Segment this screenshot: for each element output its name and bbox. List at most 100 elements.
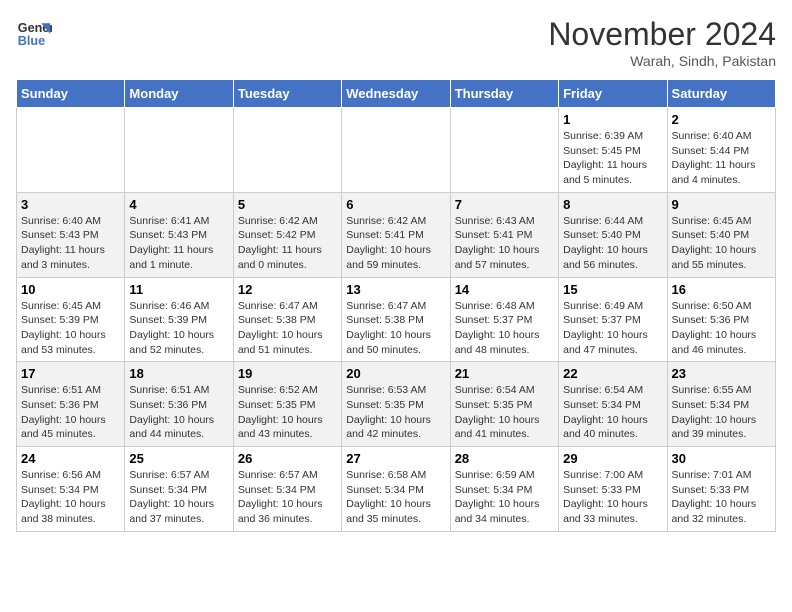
day-number: 1 xyxy=(563,112,662,127)
calendar-week-row: 24Sunrise: 6:56 AM Sunset: 5:34 PM Dayli… xyxy=(17,447,776,532)
weekday-header: Monday xyxy=(125,80,233,108)
page-header: General Blue November 2024 Warah, Sindh,… xyxy=(16,16,776,69)
day-info: Sunrise: 6:42 AM Sunset: 5:42 PM Dayligh… xyxy=(238,214,337,273)
day-number: 27 xyxy=(346,451,445,466)
day-number: 14 xyxy=(455,282,554,297)
calendar-cell: 7 Sunrise: 6:43 AM Sunset: 5:41 PM Daylig… xyxy=(450,192,558,277)
day-info: Sunrise: 6:48 AM Sunset: 5:37 PM Dayligh… xyxy=(455,299,554,358)
month-title: November 2024 xyxy=(548,16,776,53)
day-number: 13 xyxy=(346,282,445,297)
calendar-cell: 2 Sunrise: 6:40 AM Sunset: 5:44 PM Daylig… xyxy=(667,108,775,193)
day-info: Sunrise: 6:47 AM Sunset: 5:38 PM Dayligh… xyxy=(238,299,337,358)
logo-icon: General Blue xyxy=(16,16,52,52)
day-info: Sunrise: 6:49 AM Sunset: 5:37 PM Dayligh… xyxy=(563,299,662,358)
day-number: 30 xyxy=(672,451,771,466)
day-info: Sunrise: 6:41 AM Sunset: 5:43 PM Dayligh… xyxy=(129,214,228,273)
day-number: 15 xyxy=(563,282,662,297)
day-number: 4 xyxy=(129,197,228,212)
day-number: 5 xyxy=(238,197,337,212)
title-section: November 2024 Warah, Sindh, Pakistan xyxy=(548,16,776,69)
calendar-cell: 14 Sunrise: 6:48 AM Sunset: 5:37 PM Dayli… xyxy=(450,277,558,362)
calendar-cell xyxy=(125,108,233,193)
day-info: Sunrise: 6:40 AM Sunset: 5:44 PM Dayligh… xyxy=(672,129,771,188)
day-info: Sunrise: 6:45 AM Sunset: 5:39 PM Dayligh… xyxy=(21,299,120,358)
calendar-week-row: 17Sunrise: 6:51 AM Sunset: 5:36 PM Dayli… xyxy=(17,362,776,447)
day-info: Sunrise: 6:42 AM Sunset: 5:41 PM Dayligh… xyxy=(346,214,445,273)
day-number: 7 xyxy=(455,197,554,212)
weekday-header-row: SundayMondayTuesdayWednesdayThursdayFrid… xyxy=(17,80,776,108)
day-number: 19 xyxy=(238,366,337,381)
calendar-cell xyxy=(233,108,341,193)
calendar-cell: 27 Sunrise: 6:58 AM Sunset: 5:34 PM Dayli… xyxy=(342,447,450,532)
day-info: Sunrise: 6:50 AM Sunset: 5:36 PM Dayligh… xyxy=(672,299,771,358)
weekday-header: Sunday xyxy=(17,80,125,108)
day-number: 2 xyxy=(672,112,771,127)
day-info: Sunrise: 6:58 AM Sunset: 5:34 PM Dayligh… xyxy=(346,468,445,527)
logo: General Blue xyxy=(16,16,52,52)
day-info: Sunrise: 6:52 AM Sunset: 5:35 PM Dayligh… xyxy=(238,383,337,442)
day-number: 24 xyxy=(21,451,120,466)
calendar-week-row: 3 Sunrise: 6:40 AM Sunset: 5:43 PM Daylig… xyxy=(17,192,776,277)
day-info: Sunrise: 7:00 AM Sunset: 5:33 PM Dayligh… xyxy=(563,468,662,527)
day-info: Sunrise: 6:43 AM Sunset: 5:41 PM Dayligh… xyxy=(455,214,554,273)
calendar-cell: 13 Sunrise: 6:47 AM Sunset: 5:38 PM Dayli… xyxy=(342,277,450,362)
calendar-cell: 8Sunrise: 6:44 AM Sunset: 5:40 PM Daylig… xyxy=(559,192,667,277)
calendar-cell: 6 Sunrise: 6:42 AM Sunset: 5:41 PM Daylig… xyxy=(342,192,450,277)
day-number: 6 xyxy=(346,197,445,212)
day-info: Sunrise: 6:40 AM Sunset: 5:43 PM Dayligh… xyxy=(21,214,120,273)
calendar-cell: 10 Sunrise: 6:45 AM Sunset: 5:39 PM Dayli… xyxy=(17,277,125,362)
day-number: 29 xyxy=(563,451,662,466)
day-info: Sunrise: 7:01 AM Sunset: 5:33 PM Dayligh… xyxy=(672,468,771,527)
day-info: Sunrise: 6:54 AM Sunset: 5:35 PM Dayligh… xyxy=(455,383,554,442)
calendar-week-row: 1 Sunrise: 6:39 AM Sunset: 5:45 PM Daylig… xyxy=(17,108,776,193)
calendar-cell: 21 Sunrise: 6:54 AM Sunset: 5:35 PM Dayli… xyxy=(450,362,558,447)
calendar-cell: 17Sunrise: 6:51 AM Sunset: 5:36 PM Dayli… xyxy=(17,362,125,447)
calendar-cell: 19 Sunrise: 6:52 AM Sunset: 5:35 PM Dayli… xyxy=(233,362,341,447)
calendar-cell: 23Sunrise: 6:55 AM Sunset: 5:34 PM Dayli… xyxy=(667,362,775,447)
day-info: Sunrise: 6:45 AM Sunset: 5:40 PM Dayligh… xyxy=(672,214,771,273)
calendar-cell: 30 Sunrise: 7:01 AM Sunset: 5:33 PM Dayli… xyxy=(667,447,775,532)
calendar-cell: 12Sunrise: 6:47 AM Sunset: 5:38 PM Dayli… xyxy=(233,277,341,362)
location: Warah, Sindh, Pakistan xyxy=(548,53,776,69)
day-number: 28 xyxy=(455,451,554,466)
day-number: 3 xyxy=(21,197,120,212)
calendar-cell: 18 Sunrise: 6:51 AM Sunset: 5:36 PM Dayli… xyxy=(125,362,233,447)
weekday-header: Thursday xyxy=(450,80,558,108)
calendar-cell: 4 Sunrise: 6:41 AM Sunset: 5:43 PM Daylig… xyxy=(125,192,233,277)
calendar-cell: 22 Sunrise: 6:54 AM Sunset: 5:34 PM Dayli… xyxy=(559,362,667,447)
day-number: 23 xyxy=(672,366,771,381)
svg-text:Blue: Blue xyxy=(18,34,45,48)
day-number: 10 xyxy=(21,282,120,297)
day-number: 20 xyxy=(346,366,445,381)
day-info: Sunrise: 6:51 AM Sunset: 5:36 PM Dayligh… xyxy=(129,383,228,442)
calendar-cell: 1 Sunrise: 6:39 AM Sunset: 5:45 PM Daylig… xyxy=(559,108,667,193)
day-number: 25 xyxy=(129,451,228,466)
calendar-cell xyxy=(450,108,558,193)
day-info: Sunrise: 6:46 AM Sunset: 5:39 PM Dayligh… xyxy=(129,299,228,358)
day-info: Sunrise: 6:44 AM Sunset: 5:40 PM Dayligh… xyxy=(563,214,662,273)
calendar-cell: 3 Sunrise: 6:40 AM Sunset: 5:43 PM Daylig… xyxy=(17,192,125,277)
weekday-header: Wednesday xyxy=(342,80,450,108)
calendar-cell: 25Sunrise: 6:57 AM Sunset: 5:34 PM Dayli… xyxy=(125,447,233,532)
calendar-cell xyxy=(342,108,450,193)
calendar-cell xyxy=(17,108,125,193)
day-number: 18 xyxy=(129,366,228,381)
day-number: 26 xyxy=(238,451,337,466)
calendar-table: SundayMondayTuesdayWednesdayThursdayFrid… xyxy=(16,79,776,532)
day-number: 16 xyxy=(672,282,771,297)
day-number: 11 xyxy=(129,282,228,297)
day-info: Sunrise: 6:47 AM Sunset: 5:38 PM Dayligh… xyxy=(346,299,445,358)
day-number: 22 xyxy=(563,366,662,381)
weekday-header: Tuesday xyxy=(233,80,341,108)
calendar-cell: 24Sunrise: 6:56 AM Sunset: 5:34 PM Dayli… xyxy=(17,447,125,532)
day-number: 21 xyxy=(455,366,554,381)
calendar-week-row: 10 Sunrise: 6:45 AM Sunset: 5:39 PM Dayli… xyxy=(17,277,776,362)
calendar-cell: 5 Sunrise: 6:42 AM Sunset: 5:42 PM Daylig… xyxy=(233,192,341,277)
day-number: 9 xyxy=(672,197,771,212)
day-info: Sunrise: 6:54 AM Sunset: 5:34 PM Dayligh… xyxy=(563,383,662,442)
calendar-cell: 26 Sunrise: 6:57 AM Sunset: 5:34 PM Dayli… xyxy=(233,447,341,532)
day-info: Sunrise: 6:39 AM Sunset: 5:45 PM Dayligh… xyxy=(563,129,662,188)
calendar-cell: 20Sunrise: 6:53 AM Sunset: 5:35 PM Dayli… xyxy=(342,362,450,447)
day-info: Sunrise: 6:57 AM Sunset: 5:34 PM Dayligh… xyxy=(238,468,337,527)
weekday-header: Saturday xyxy=(667,80,775,108)
